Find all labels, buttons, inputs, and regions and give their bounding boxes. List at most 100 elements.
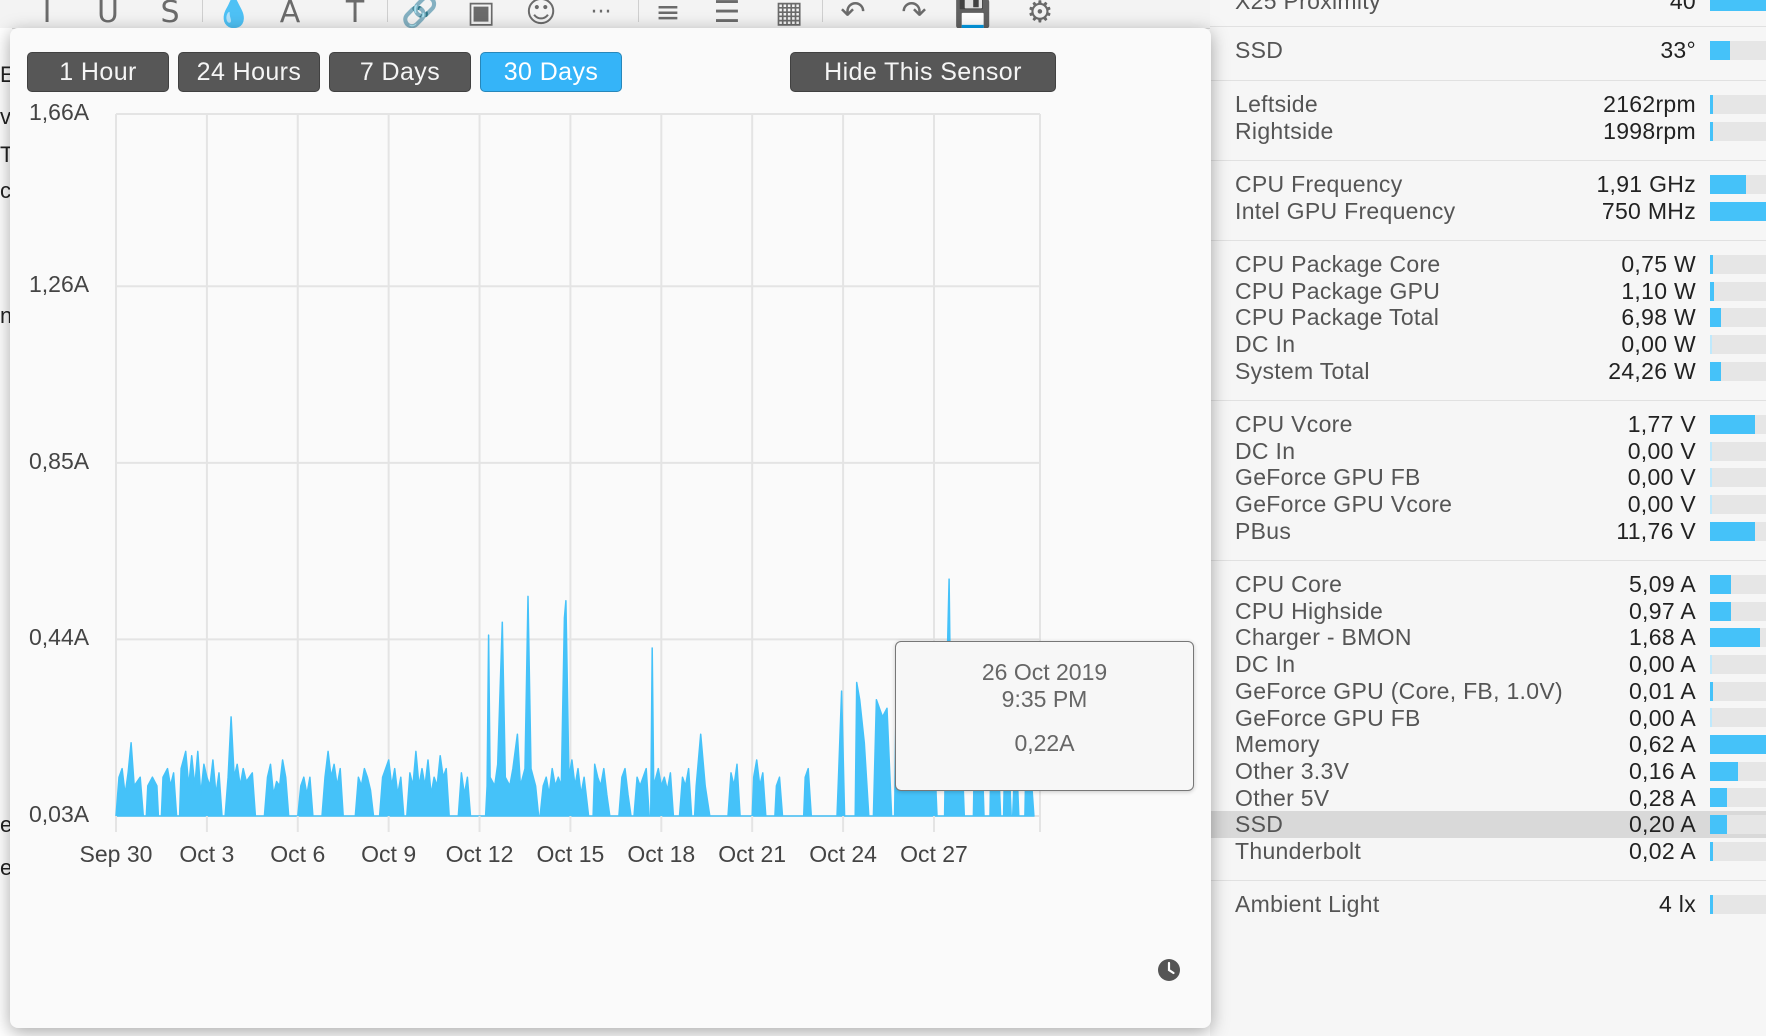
sensor-row[interactable]: DC In 0,00 W xyxy=(1210,331,1766,358)
sensor-row[interactable]: CPU Package GPU 1,10 W xyxy=(1210,278,1766,305)
sensor-group: CPU Vcore 1,77 V DC In 0,00 V GeForce GPU FB… xyxy=(1210,400,1766,561)
sensor-label: CPU Package GPU xyxy=(1235,277,1441,304)
sensor-row[interactable]: Other 3.3V 0,16 A xyxy=(1210,758,1766,785)
sensor-level-fill xyxy=(1710,468,1712,488)
sensor-row[interactable]: GeForce GPU Vcore 0,00 V xyxy=(1210,491,1766,518)
tooltip-time: 9:35 PM xyxy=(1001,686,1088,712)
sensor-label: X25 Proximity xyxy=(1235,0,1381,14)
sensor-group: CPU Package Core 0,75 W CPU Package GPU 1,1… xyxy=(1210,240,1766,401)
toolbar-separator xyxy=(202,0,203,22)
italic-icon[interactable]: I xyxy=(29,0,65,28)
settings-icon[interactable]: ⚙ xyxy=(1022,0,1058,28)
sensor-value: 0,97 A xyxy=(1628,597,1696,624)
sensor-row[interactable]: Ambient Light 4 lx xyxy=(1210,891,1766,918)
sensor-value: 0,75 W xyxy=(1621,251,1696,277)
y-axis-label: 0,85A xyxy=(29,447,90,474)
sensor-list-panel: X25 Proximity 40 SSD 33° Leftside 2162rpm Ri… xyxy=(1210,0,1766,1036)
y-axis-label: 1,26A xyxy=(29,271,90,298)
sensor-level-bar xyxy=(1710,201,1766,221)
sensor-label: System Total xyxy=(1235,357,1370,384)
sensor-level-fill xyxy=(1710,494,1712,514)
underline-icon[interactable]: U xyxy=(90,0,126,28)
emoji-icon[interactable]: ☺ xyxy=(523,0,559,28)
align-icon[interactable]: ≡ xyxy=(650,0,686,28)
sensor-row[interactable]: DC In 0,00 A xyxy=(1210,651,1766,678)
sensor-label: GeForce GPU FB xyxy=(1235,704,1421,731)
sensor-row-partial[interactable]: X25 Proximity 40 xyxy=(1210,0,1766,16)
sensor-label: CPU Frequency xyxy=(1235,171,1403,197)
sensor-row[interactable]: Thunderbolt 0,02 A xyxy=(1210,838,1766,865)
sensor-group: Ambient Light 4 lx xyxy=(1210,880,1766,934)
sensor-row[interactable]: CPU Package Total 6,98 W xyxy=(1210,304,1766,331)
sensor-value: 0,16 A xyxy=(1628,757,1696,784)
sensor-row[interactable]: Other 5V 0,28 A xyxy=(1210,785,1766,812)
sensor-level-fill xyxy=(1710,628,1761,648)
sensor-row[interactable]: Memory 0,62 A xyxy=(1210,731,1766,758)
image-icon[interactable]: ▣ xyxy=(463,0,499,28)
sensor-level-fill xyxy=(1710,841,1713,861)
list-icon[interactable]: ☰ xyxy=(709,0,745,28)
sensor-level-fill xyxy=(1710,281,1714,301)
sensor-value: 2162rpm xyxy=(1603,91,1696,117)
sensor-label: Leftside xyxy=(1235,91,1318,117)
sensor-row[interactable]: PBus 11,76 V xyxy=(1210,518,1766,545)
sensor-value: 4 lx xyxy=(1659,891,1696,917)
sensor-row[interactable]: CPU Frequency 1,91 GHz xyxy=(1210,171,1766,198)
sensor-level-fill xyxy=(1710,708,1712,728)
sensor-row[interactable]: DC In 0,00 V xyxy=(1210,438,1766,465)
sensor-row[interactable]: Charger - BMON 1,68 A xyxy=(1210,624,1766,651)
sensor-label: CPU Package Core xyxy=(1235,251,1441,277)
sensor-label: DC In xyxy=(1235,651,1296,678)
sensor-label: CPU Vcore xyxy=(1235,411,1353,437)
sensor-value: 0,00 V xyxy=(1627,437,1696,464)
sensor-value: 1,77 V xyxy=(1627,411,1696,437)
sensor-row[interactable]: CPU Core 5,09 A xyxy=(1210,571,1766,598)
sensor-value: 0,62 A xyxy=(1628,731,1696,758)
sensor-row[interactable]: GeForce GPU (Core, FB, 1.0V) 0,01 A xyxy=(1210,678,1766,705)
sensor-row[interactable]: SSD 0,20 A xyxy=(1210,811,1766,838)
color-drop-icon[interactable]: 💧 xyxy=(215,0,252,28)
toolbar-separator xyxy=(387,0,388,22)
sensor-row[interactable]: CPU Highside 0,97 A xyxy=(1210,598,1766,625)
sensor-group: CPU Frequency 1,91 GHz Intel GPU Frequency… xyxy=(1210,160,1766,240)
sensor-level-bar xyxy=(1710,841,1766,861)
sensor-row[interactable]: CPU Vcore 1,77 V xyxy=(1210,411,1766,438)
sensor-level-fill xyxy=(1710,601,1732,621)
save-icon[interactable]: 💾 xyxy=(954,0,991,28)
table-icon[interactable]: ▦ xyxy=(771,0,807,28)
sensor-level-bar xyxy=(1710,494,1766,514)
sensor-row[interactable]: CPU Package Core 0,75 W xyxy=(1210,251,1766,278)
sensor-level-fill xyxy=(1710,201,1766,221)
sensor-value: 0,00 W xyxy=(1621,331,1696,358)
sensor-row[interactable]: SSD 33° xyxy=(1210,37,1766,64)
sensor-level-bar xyxy=(1710,308,1766,328)
redo-icon[interactable]: ↷ xyxy=(896,0,932,28)
y-axis-label: 0,44A xyxy=(29,624,90,651)
sensor-value: 0,20 A xyxy=(1628,811,1696,838)
sensor-level-bar xyxy=(1710,628,1766,648)
font-color-icon[interactable]: A xyxy=(272,0,308,28)
sensor-label: Intel GPU Frequency xyxy=(1235,197,1456,224)
sensor-group: SSD 33° xyxy=(1210,26,1766,80)
sensor-value: 0,00 V xyxy=(1627,491,1696,518)
sensor-row[interactable]: Leftside 2162rpm xyxy=(1210,91,1766,118)
undo-icon[interactable]: ↶ xyxy=(835,0,871,28)
sensor-row[interactable]: Intel GPU Frequency 750 MHz xyxy=(1210,198,1766,225)
font-size-icon[interactable]: T xyxy=(337,0,373,28)
sensor-level-fill xyxy=(1710,815,1727,835)
more-icon[interactable]: ··· xyxy=(583,0,619,26)
link-icon[interactable]: 🔗 xyxy=(401,0,438,28)
sensor-level-fill xyxy=(1710,308,1722,328)
sensor-level-bar xyxy=(1710,761,1766,781)
clock-icon[interactable] xyxy=(1157,958,1181,982)
sensor-label: DC In xyxy=(1235,331,1296,358)
sensor-level-bar xyxy=(1710,708,1766,728)
sensor-row[interactable]: Rightside 1998rpm xyxy=(1210,118,1766,145)
sensor-row[interactable]: GeForce GPU FB 0,00 A xyxy=(1210,705,1766,732)
strikethrough-icon[interactable]: S xyxy=(152,0,188,28)
sensor-row[interactable]: System Total 24,26 W xyxy=(1210,358,1766,385)
sensor-row[interactable]: GeForce GPU FB 0,00 V xyxy=(1210,464,1766,491)
sensor-level-fill xyxy=(1710,94,1713,114)
sensor-level-bar xyxy=(1710,94,1766,114)
x-axis-label: Oct 21 xyxy=(718,841,787,867)
